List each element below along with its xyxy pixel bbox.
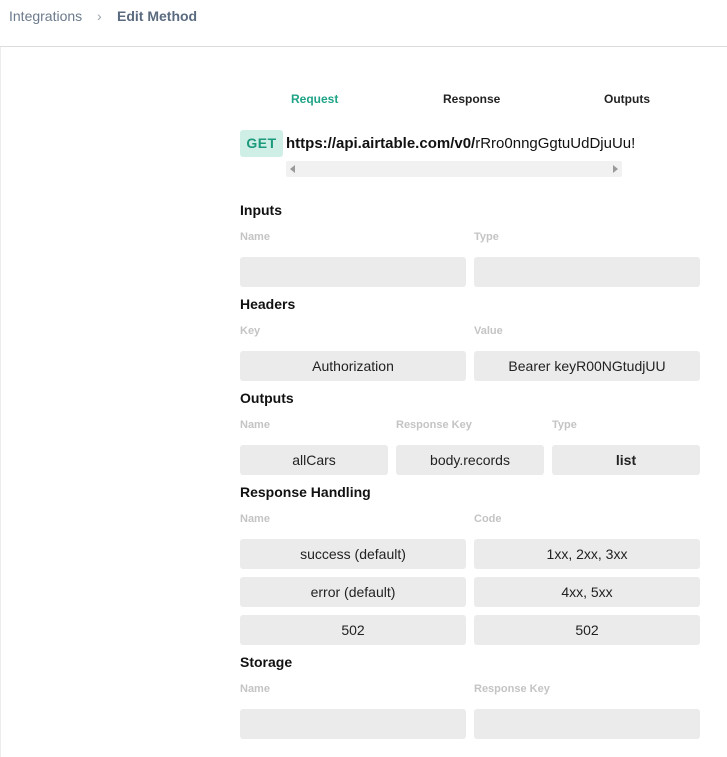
tab-outputs[interactable]: Outputs <box>604 92 650 106</box>
response-handler-name-field[interactable]: error (default) <box>240 577 466 607</box>
storage-name-label: Name <box>240 683 270 695</box>
headers-section-title: Headers <box>240 296 296 312</box>
inputs-name-field[interactable] <box>240 257 466 287</box>
left-pane-divider <box>0 47 1 757</box>
response-handling-name-label: Name <box>240 513 270 525</box>
http-method-badge[interactable]: GET <box>240 130 283 157</box>
request-url-base: https://api.airtable.com/v0/ <box>286 135 476 152</box>
method-tabs: Request Response Outputs <box>240 92 700 108</box>
tab-request[interactable]: Request <box>291 92 338 106</box>
response-handler-code-field[interactable]: 502 <box>474 615 700 645</box>
outputs-section-title: Outputs <box>240 390 294 406</box>
inputs-type-label: Type <box>474 231 499 243</box>
chevron-right-icon: › <box>97 8 102 24</box>
storage-section-title: Storage <box>240 654 293 670</box>
response-handling-code-label: Code <box>474 513 502 525</box>
storage-response-key-label: Response Key <box>474 683 550 695</box>
storage-name-field[interactable] <box>240 709 466 739</box>
breadcrumb-integrations-link[interactable]: Integrations <box>9 8 82 24</box>
top-bar: Integrations › Edit Method <box>0 0 727 47</box>
response-handler-code-field[interactable]: 4xx, 5xx <box>474 577 700 607</box>
inputs-section-title: Inputs <box>240 202 282 218</box>
storage-response-key-field[interactable] <box>474 709 700 739</box>
output-response-key-field[interactable]: body.records <box>396 445 544 475</box>
scroll-right-arrow-icon[interactable] <box>613 165 618 173</box>
inputs-type-field[interactable] <box>474 257 700 287</box>
response-handler-name-field[interactable]: 502 <box>240 615 466 645</box>
output-name-field[interactable]: allCars <box>240 445 388 475</box>
scroll-left-arrow-icon[interactable] <box>290 165 295 173</box>
header-value-field[interactable]: Bearer keyR00NGtudjUU <box>474 351 700 381</box>
request-url-path: rRro0nngGgtuUdDjuUu! <box>475 135 636 152</box>
page-title: Edit Method <box>117 8 198 24</box>
headers-key-label: Key <box>240 325 261 337</box>
outputs-name-label: Name <box>240 419 270 431</box>
output-type-select[interactable]: list <box>552 445 700 475</box>
outputs-response-key-label: Response Key <box>396 419 472 431</box>
response-handler-code-field[interactable]: 1xx, 2xx, 3xx <box>474 539 700 569</box>
tab-response[interactable]: Response <box>443 92 500 106</box>
url-horizontal-scrollbar[interactable] <box>286 161 622 177</box>
request-url[interactable]: https://api.airtable.com/v0/rRro0nngGgtu… <box>286 135 635 152</box>
inputs-name-label: Name <box>240 231 270 243</box>
headers-value-label: Value <box>474 325 503 337</box>
header-key-field[interactable]: Authorization <box>240 351 466 381</box>
response-handler-name-field[interactable]: success (default) <box>240 539 466 569</box>
outputs-type-label: Type <box>552 419 577 431</box>
response-handling-section-title: Response Handling <box>240 484 371 500</box>
